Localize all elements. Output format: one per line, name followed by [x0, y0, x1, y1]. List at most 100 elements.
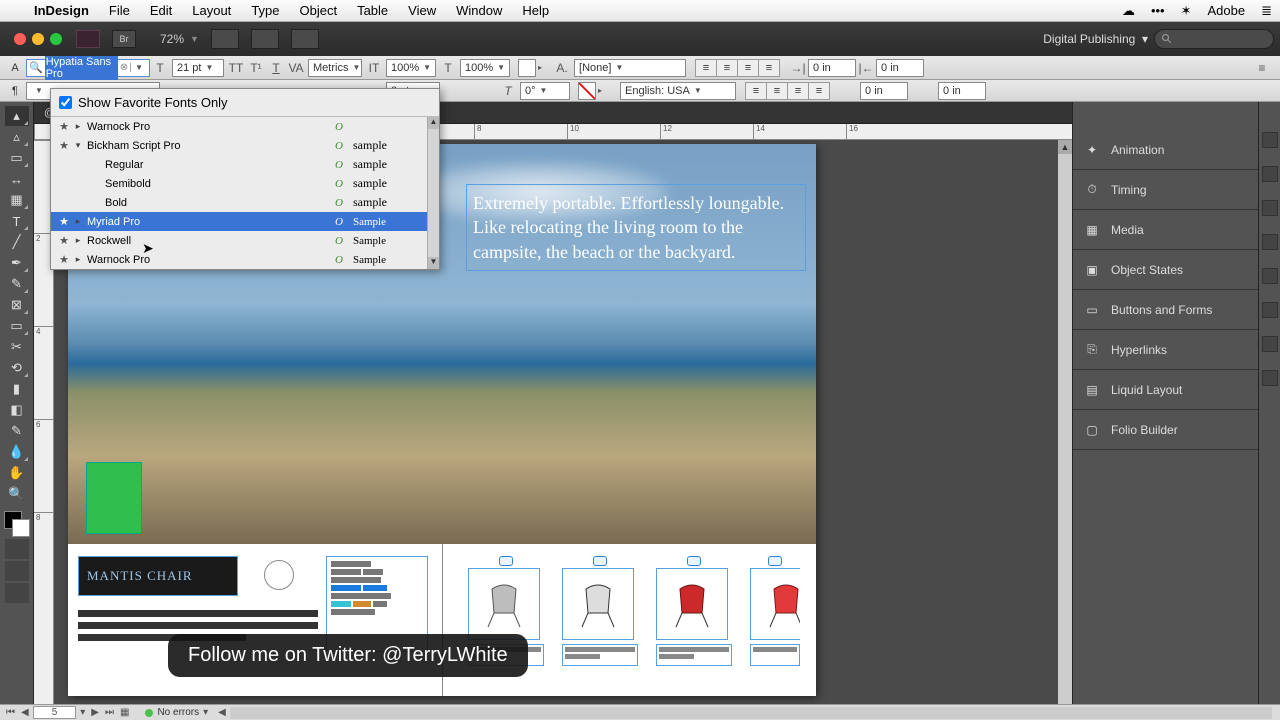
thumb-3[interactable]: [656, 556, 732, 666]
nav-circle[interactable]: [264, 560, 294, 590]
menu-object[interactable]: Object: [290, 3, 348, 18]
menubar-list-icon[interactable]: ≣: [1253, 3, 1280, 19]
align-buttons[interactable]: ≡ ≡ ≡ ≡: [696, 59, 780, 77]
open-doc-icon[interactable]: ▦: [118, 707, 131, 718]
dock-icon-7[interactable]: [1262, 336, 1278, 352]
font-row-bickham-script-pro[interactable]: ★▾Bickham Script ProOsample: [51, 136, 439, 155]
font-family-input[interactable]: 🔍 Hypatia Sans Pro ⊗ ▼: [26, 59, 150, 77]
first-page-icon[interactable]: ⏮: [4, 707, 17, 718]
underline-icon[interactable]: T: [266, 59, 286, 77]
dock-icon-1[interactable]: [1262, 132, 1278, 148]
thumb-4[interactable]: [750, 556, 800, 666]
dock-icon-4[interactable]: [1262, 234, 1278, 250]
workspace-switcher[interactable]: Digital Publishing ▾: [1043, 32, 1148, 46]
zoom-level[interactable]: 72%: [160, 32, 184, 46]
panel-liquid-layout[interactable]: ▤Liquid Layout: [1073, 370, 1258, 410]
mantis-title-frame[interactable]: MANTIS CHAIR: [78, 556, 238, 596]
dock-icon-2[interactable]: [1262, 166, 1278, 182]
apply-text-icon[interactable]: [5, 561, 29, 581]
line-tool[interactable]: ╱: [5, 232, 29, 252]
direct-selection-tool[interactable]: ▵: [5, 127, 29, 147]
expand-arrow-icon[interactable]: ▸: [71, 121, 85, 132]
superscript-icon[interactable]: T¹: [246, 59, 266, 77]
apply-container-icon[interactable]: [5, 539, 29, 559]
language-select[interactable]: English: USA▼: [620, 82, 736, 100]
font-list-scrollbar[interactable]: ▲▼: [427, 117, 439, 269]
hand-tool[interactable]: ✋: [5, 463, 29, 483]
menu-table[interactable]: Table: [347, 3, 398, 18]
favorite-star-icon[interactable]: ★: [57, 120, 71, 133]
page-number[interactable]: 5: [33, 706, 77, 719]
gap-tool[interactable]: ↔: [5, 169, 29, 189]
menu-edit[interactable]: Edit: [140, 3, 182, 18]
font-row-semibold[interactable]: SemiboldOsample: [51, 174, 439, 193]
kerning-input[interactable]: Metrics▼: [308, 59, 362, 77]
note-tool[interactable]: ✎: [5, 421, 29, 441]
view-options-1[interactable]: [211, 29, 239, 49]
screen-mode-icon[interactable]: [5, 583, 29, 603]
left-indent-input[interactable]: 0 in: [808, 59, 856, 77]
favorite-star-icon[interactable]: ★: [57, 215, 71, 228]
view-options-3[interactable]: [291, 29, 319, 49]
prev-page-icon[interactable]: ◀: [19, 707, 31, 718]
expand-arrow-icon[interactable]: ▸: [71, 235, 85, 246]
font-row-regular[interactable]: RegularOsample: [51, 155, 439, 174]
page-tool[interactable]: ▭: [5, 148, 29, 168]
zoom-tool[interactable]: 🔍: [5, 484, 29, 504]
pen-tool[interactable]: ✒: [5, 253, 29, 273]
favorite-star-icon[interactable]: ★: [57, 139, 71, 152]
fill-stroke-swatches[interactable]: [4, 511, 30, 537]
para-format-icon[interactable]: ¶: [4, 82, 26, 100]
font-dropdown-icon[interactable]: ▼: [130, 63, 147, 72]
align-center-icon[interactable]: ≡: [716, 59, 738, 77]
panel-folio-builder[interactable]: ▢Folio Builder: [1073, 410, 1258, 450]
font-row-warnock-pro[interactable]: ★▸Warnock ProOSample: [51, 250, 439, 269]
next-page-icon[interactable]: ▶: [89, 707, 101, 718]
help-search[interactable]: [1154, 29, 1274, 49]
rectangle-frame-tool[interactable]: ⊠: [5, 295, 29, 315]
skew-input[interactable]: 0°▼: [520, 82, 570, 100]
clear-icon[interactable]: ⊗: [118, 62, 130, 73]
allcaps-icon[interactable]: TT: [226, 59, 246, 77]
font-list[interactable]: ★▸Warnock ProO★▾Bickham Script ProOsampl…: [51, 116, 439, 269]
expand-arrow-icon[interactable]: ▸: [71, 254, 85, 265]
favorites-checkbox[interactable]: [59, 96, 72, 109]
bridge-icon[interactable]: Br: [112, 30, 136, 48]
menubar-tool-icon[interactable]: ✶: [1173, 3, 1200, 19]
rectangle-tool[interactable]: ▭: [5, 316, 29, 336]
gradient-feather-tool[interactable]: ◧: [5, 400, 29, 420]
menubar-adobe[interactable]: Adobe: [1200, 3, 1254, 18]
panel-buttons-forms[interactable]: ▭Buttons and Forms: [1073, 290, 1258, 330]
favorite-star-icon[interactable]: ★: [57, 253, 71, 266]
vscale-input[interactable]: 100%▼: [386, 59, 436, 77]
align-left-icon[interactable]: ≡: [695, 59, 717, 77]
lastline-indent-input[interactable]: 0 in: [938, 82, 986, 100]
font-family-dropdown[interactable]: Show Favorite Fonts Only ★▸Warnock ProO★…: [50, 88, 440, 270]
expand-arrow-icon[interactable]: ▾: [71, 140, 85, 151]
window-controls[interactable]: [6, 33, 70, 45]
vertical-scrollbar[interactable]: ▲: [1058, 140, 1072, 704]
menu-type[interactable]: Type: [241, 3, 289, 18]
preflight-status[interactable]: No errors: [157, 707, 199, 718]
menu-window[interactable]: Window: [446, 3, 512, 18]
page-dropdown-icon[interactable]: ▾: [78, 707, 87, 718]
panel-timing[interactable]: ⏱Timing: [1073, 170, 1258, 210]
right-indent-input[interactable]: 0 in: [876, 59, 924, 77]
scissors-tool[interactable]: ✂: [5, 337, 29, 357]
dock-icon-6[interactable]: [1262, 302, 1278, 318]
content-collector-tool[interactable]: ▦: [5, 190, 29, 210]
menu-layout[interactable]: Layout: [182, 3, 241, 18]
horizontal-scrollbar[interactable]: [230, 707, 1272, 719]
app-name[interactable]: InDesign: [24, 3, 99, 18]
menubar-more-icon[interactable]: •••: [1143, 3, 1173, 18]
hscale-input[interactable]: 100%▼: [460, 59, 510, 77]
panel-menu-icon[interactable]: ≡: [1252, 59, 1272, 77]
eyedropper-tool[interactable]: 💧: [5, 442, 29, 462]
gradient-tool[interactable]: ▮: [5, 379, 29, 399]
dock-icon-3[interactable]: [1262, 200, 1278, 216]
font-row-warnock-pro[interactable]: ★▸Warnock ProO: [51, 117, 439, 136]
font-size-input[interactable]: 21 pt▼: [172, 59, 224, 77]
menu-help[interactable]: Help: [512, 3, 559, 18]
stroke-swatch[interactable]: [578, 82, 596, 100]
type-tool[interactable]: T: [5, 211, 29, 231]
